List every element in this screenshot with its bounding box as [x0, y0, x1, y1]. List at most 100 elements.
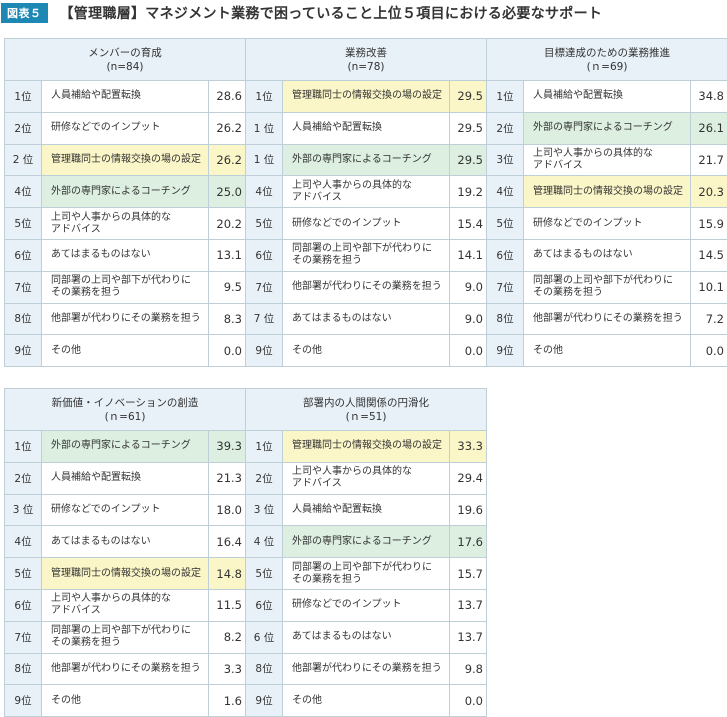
table-row: 6位 上司や人事からの具体的な アドバイス 11.5	[5, 589, 245, 622]
item-cell: あてはまるものはない	[42, 526, 209, 558]
item-label: 研修などでのインプット	[292, 217, 402, 229]
item-cell: あてはまるものはない	[283, 303, 450, 335]
table-row: 5位 研修などでのインプット 15.4	[246, 208, 486, 240]
rank-cell: 9位	[5, 685, 42, 717]
value-cell: 16.4	[216, 534, 242, 549]
value-cell: 11.5	[216, 598, 242, 613]
rank-cell: 5位	[246, 558, 283, 589]
value-cell: 25.0	[209, 176, 245, 208]
column-sample-size: (n=84)	[106, 60, 144, 73]
table-row: 2位 研修などでのインプット 26.2	[5, 112, 245, 145]
item-cell: あてはまるものはない	[283, 621, 450, 653]
item-label: 人員補給や配置転換	[292, 122, 382, 134]
item-label: その他	[533, 344, 563, 356]
value-cell: 20.2	[216, 216, 242, 231]
table-row: 1 位人員補給や配置転換 29.5	[246, 112, 486, 145]
column-sample-size: (n=78)	[347, 60, 385, 73]
table-row: 2位 人員補給や配置転換 21.3	[5, 462, 245, 495]
rank-cell: 9位	[5, 335, 42, 367]
table-row: 4位 外部の専門家によるコーチング 25.0	[5, 176, 245, 209]
column-sample-size: (ｎ=51)	[345, 410, 387, 423]
item-cell: その他	[283, 335, 450, 367]
item-label: 人員補給や配置転換	[292, 503, 382, 515]
column-title: 目標達成のための業務推進	[544, 46, 670, 59]
item-cell: 同部署の上司や部下が代わりに その業務を担う	[42, 621, 209, 653]
column-title: 部署内の人間関係の円滑化	[303, 396, 429, 409]
value-cell: 20.3	[691, 176, 727, 208]
table-block-bottom: 新価値・イノベーションの創造 (ｎ=61) 1位 外部の専門家によるコーチング 39.3…	[4, 388, 487, 717]
value-cell: 26.2	[216, 121, 242, 136]
item-cell: 人員補給や配置転換	[283, 112, 450, 144]
item-label: 管理職同士の情報交換の場の設定	[533, 185, 683, 197]
rank-cell: 1位	[246, 431, 283, 462]
value-cell: 14.8	[209, 558, 245, 589]
item-cell: 研修などでのインプット	[42, 494, 209, 526]
item-label: 他部署が代わりにその業務を担う	[51, 312, 201, 324]
table-row: 6位 同部署の上司や部下が代わりに その業務を担う 14.1	[246, 239, 486, 272]
item-label: 管理職同士の情報交換の場の設定	[51, 567, 201, 579]
rank-cell: 3 位	[246, 494, 283, 526]
figure-badge: 図表５	[1, 3, 48, 23]
table-row: 6位 あてはまるものはない 14.5	[487, 239, 727, 272]
rank-cell: 5位	[246, 208, 283, 239]
value-cell: 39.3	[209, 431, 245, 462]
rank-cell: 6位	[5, 589, 42, 621]
item-cell: 同部署の上司や部下が代わりに その業務を担う	[283, 239, 450, 271]
item-label: 同部署の上司や部下が代わりに その業務を担う	[51, 625, 191, 649]
value-cell: 9.8	[464, 661, 483, 676]
rank-cell: 7位	[487, 271, 524, 303]
value-cell: 10.1	[698, 280, 724, 295]
column-title: 新価値・イノベーションの創造	[51, 396, 199, 409]
column-title: 業務改善	[345, 46, 387, 59]
value-cell: 15.9	[698, 216, 724, 231]
item-cell: 上司や人事からの具体的な アドバイス	[283, 176, 450, 208]
table-row: 4位 上司や人事からの具体的な アドバイス 19.2	[246, 176, 486, 209]
item-label: あてはまるものはない	[51, 249, 151, 261]
value-cell: 29.5	[450, 144, 486, 176]
table-row: 7位 他部署が代わりにその業務を担う 9.0	[246, 271, 486, 304]
item-label: あてはまるものはない	[292, 312, 392, 324]
item-label: 上司や人事からの具体的な アドバイス	[533, 147, 653, 171]
table-row: 8位 他部署が代わりにその業務を担う 7.2	[487, 303, 727, 336]
table-row: 6位 あてはまるものはない 13.1	[5, 239, 245, 272]
column-header: 部署内の人間関係の円滑化 (ｎ=51)	[246, 389, 486, 431]
item-label: 上司や人事からの具体的な アドバイス	[292, 466, 412, 490]
rank-cell: 6位	[5, 239, 42, 271]
value-cell: 0.0	[464, 693, 483, 708]
table-row: 1位 外部の専門家によるコーチング 39.3	[5, 431, 245, 463]
item-cell: その他	[283, 685, 450, 717]
rank-cell: 7位	[246, 271, 283, 303]
table-row: 5位 上司や人事からの具体的な アドバイス 20.2	[5, 208, 245, 240]
table-row: 5位 同部署の上司や部下が代わりに その業務を担う 15.7	[246, 558, 486, 590]
table-row: 9位 その他 0.0	[246, 335, 486, 368]
item-cell: 同部署の上司や部下が代わりに その業務を担う	[283, 558, 450, 589]
table-row: 8位 他部署が代わりにその業務を担う 3.3	[5, 653, 245, 686]
table-column: 目標達成のための業務推進 (ｎ=69) 1位 人員補給や配置転換 34.8 2位 外部の専門…	[487, 39, 727, 368]
item-label: 外部の専門家によるコーチング	[292, 153, 432, 165]
item-cell: 管理職同士の情報交換の場の設定	[42, 144, 209, 176]
table-row: 8位 他部署が代わりにその業務を担う 8.3	[5, 303, 245, 336]
rank-cell: 4位	[246, 176, 283, 208]
item-label: あてはまるものはない	[533, 249, 633, 261]
item-label: 上司や人事からの具体的な アドバイス	[51, 211, 171, 235]
value-cell: 21.7	[698, 152, 724, 167]
table-row: 5位 研修などでのインプット 15.9	[487, 208, 727, 240]
value-cell: 29.5	[457, 121, 483, 136]
value-cell: 13.7	[457, 598, 483, 613]
rank-cell: 9位	[246, 335, 283, 367]
value-cell: 19.2	[457, 184, 483, 199]
item-label: 管理職同士の情報交換の場の設定	[292, 90, 442, 102]
rank-cell: 1位	[5, 81, 42, 112]
item-cell: 研修などでのインプット	[42, 112, 209, 144]
table-row: 3 位研修などでのインプット 18.0	[5, 494, 245, 527]
item-cell: 人員補給や配置転換	[524, 81, 691, 112]
item-cell: 外部の専門家によるコーチング	[283, 144, 450, 176]
value-cell: 26.1	[691, 112, 727, 144]
item-cell: 研修などでのインプット	[283, 589, 450, 621]
item-cell: その他	[42, 335, 209, 367]
value-cell: 26.2	[209, 144, 245, 176]
item-label: その他	[292, 694, 322, 706]
item-cell: 他部署が代わりにその業務を担う	[283, 271, 450, 303]
item-label: あてはまるものはない	[51, 535, 151, 547]
value-cell: 29.4	[457, 471, 483, 486]
